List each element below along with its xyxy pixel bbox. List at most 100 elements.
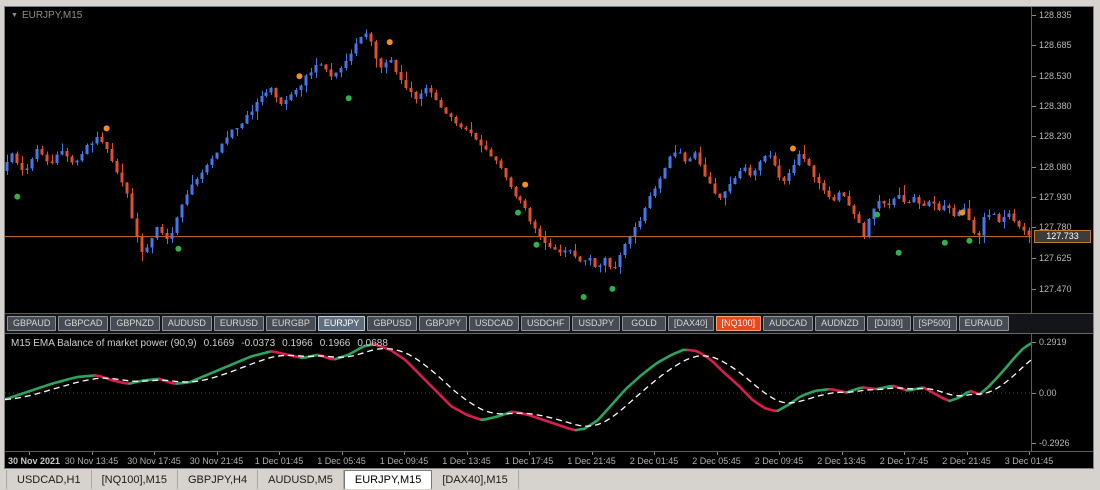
price-axis-tick [1032,45,1036,47]
price-axis-label: 128.230 [1039,131,1072,142]
current-price-box: 127.733 [1034,230,1091,244]
symbol-button-audnzd[interactable]: AUDNZD [815,316,865,331]
symbol-button-audusd[interactable]: AUDUSD [161,316,212,331]
price-axis-label: 128.380 [1039,101,1072,112]
time-axis-label: 2 Dec 05:45 [692,456,741,466]
time-axis-tick [716,452,718,455]
chart-tab--nq100--m15[interactable]: [NQ100],M15 [92,470,178,489]
bmp-line [5,342,1031,432]
signal-dot [874,211,881,218]
time-axis-label: 2 Dec 01:45 [629,456,679,466]
signal-dot [515,209,521,216]
price-axis-label: 128.685 [1039,40,1072,51]
time-axis-label: 2 Dec 21:45 [942,456,991,466]
chart-tab-bar: USDCAD,H1 [NQ100],M15 GBPJPY,H4 AUDUSD,M5 EU… [0,470,1100,490]
time-axis-label: 1 Dec 09:45 [379,456,429,466]
symbol-button-bar: GBPAUD GBPCAD GBPNZD AUDUSD EURUSD EURGBP EURJ… [5,313,1093,334]
price-axis-label: 127.930 [1039,191,1072,202]
time-axis-tick [841,452,843,455]
time-axis-label: 1 Dec 05:45 [317,456,366,466]
time-axis-tick [279,452,280,455]
symbol-button-gbpaud[interactable]: GBPAUD [7,316,57,331]
symbol-button-eurusd[interactable]: EURUSD [213,316,264,331]
time-axis-tick [529,452,530,455]
candlestick-chart[interactable] [5,7,1031,313]
symbol-button-eurgbp[interactable]: EURGBP [265,316,316,331]
indicator-axis[interactable]: 0.2919 0.00 -0.2926 [1031,334,1093,451]
time-axis-tick [404,452,405,455]
symbol-button-usdjpy[interactable]: USDJPY [572,316,620,331]
price-axis-label: 128.080 [1039,161,1072,172]
signal-dot [103,125,110,132]
signal-dot [386,39,393,46]
candles [5,29,1031,275]
time-axis-tick [966,452,968,455]
signal-dot [14,193,21,200]
signal-dot [175,245,182,252]
symbol-button-dji30[interactable]: [DJI30] [866,316,911,331]
time-axis-tick [1029,452,1030,455]
symbol-button-dax40[interactable]: [DAX40] [668,316,714,331]
signal-dot [580,293,587,300]
price-axis-tick [1032,106,1036,108]
price-axis-tick [1032,166,1036,168]
chart-tab-audusd-m5[interactable]: AUDUSD,M5 [258,470,344,489]
signal-dot [959,209,966,216]
time-axis-tick [654,452,655,455]
time-axis-label: 30 Nov 2021 [8,456,61,466]
price-axis-tick [1032,136,1036,138]
price-axis[interactable]: 127.733 128.835 128.685 128.530 128.380 128.… [1031,7,1093,313]
price-axis-label: 128.835 [1039,10,1072,21]
indicator-chart[interactable] [5,334,1031,451]
symbol-button-usdcad[interactable]: USDCAD [468,316,519,331]
signal-dots [14,39,973,300]
price-axis-tick [1032,15,1036,17]
time-axis-label: 30 Nov 13:45 [64,456,119,466]
symbol-button-usdchf[interactable]: USDCHF [520,316,571,331]
time-axis-label: 3 Dec 01:45 [1004,456,1054,466]
indicator-axis-label: 0.2919 [1039,337,1067,348]
indicator-axis-tick [1032,392,1036,394]
time-axis-tick [466,452,468,455]
time-axis-tick [216,452,218,455]
symbol-button-gbpjpy[interactable]: GBPJPY [419,316,467,331]
signal-dot [609,285,616,292]
symbol-button-euraud[interactable]: EURAUD [958,316,1009,331]
signal-dot [966,237,973,244]
indicator-axis-label: -0.2926 [1039,437,1070,448]
time-axis-tick [341,452,343,455]
symbol-button-sp500[interactable]: [SP500] [912,316,957,331]
price-axis-tick [1032,196,1036,198]
symbol-button-eurjpy[interactable]: EURJPY [317,316,366,331]
symbol-button-gbpcad[interactable]: GBPCAD [58,316,109,331]
price-axis-tick [1032,226,1036,228]
signal-dot [895,249,902,256]
time-axis[interactable]: 30 Nov 2021 30 Nov 13:45 30 Nov 17:45 30 No… [5,451,1093,468]
symbol-button-audcad[interactable]: AUDCAD [763,316,814,331]
time-axis-tick [779,452,780,455]
time-axis-label: 2 Dec 13:45 [817,456,866,466]
indicator-axis-label: 0.00 [1039,387,1057,398]
signal-line [5,347,1031,427]
chart-tab-gbpjpy-h4[interactable]: GBPJPY,H4 [178,470,259,489]
chart-tab-usdcad-h1[interactable]: USDCAD,H1 [6,470,92,489]
symbol-button-nq100[interactable]: [NQ100] [715,316,762,331]
price-axis-label: 127.625 [1039,252,1072,263]
indicator-axis-tick [1032,342,1036,344]
chart-window: ▼ EURJPY,M15 127.733 128.835 128.685 128.5… [4,6,1094,469]
time-axis-tick [91,452,93,455]
price-axis-label: 127.470 [1039,283,1072,294]
price-axis-label: 127.780 [1039,221,1072,232]
indicator-panel[interactable]: M15 EMA Balance of market power (90,9) 0… [5,334,1031,451]
main-chart-area[interactable]: ▼ EURJPY,M15 [5,7,1031,313]
chart-tab--dax40--m15[interactable]: [DAX40],M15 [432,470,519,489]
time-axis-label: 1 Dec 13:45 [442,456,491,466]
time-axis-label: 1 Dec 01:45 [254,456,304,466]
time-axis-label: 30 Nov 21:45 [189,456,244,466]
symbol-button-gold[interactable]: GOLD [622,316,666,331]
chart-tab-eurjpy-m15[interactable]: EURJPY,M15 [343,470,433,489]
symbol-button-gbpnzd[interactable]: GBPNZD [110,316,160,331]
price-axis-tick [1032,257,1036,259]
symbol-button-gbpusd[interactable]: GBPUSD [367,316,418,331]
time-axis-tick [29,452,30,455]
